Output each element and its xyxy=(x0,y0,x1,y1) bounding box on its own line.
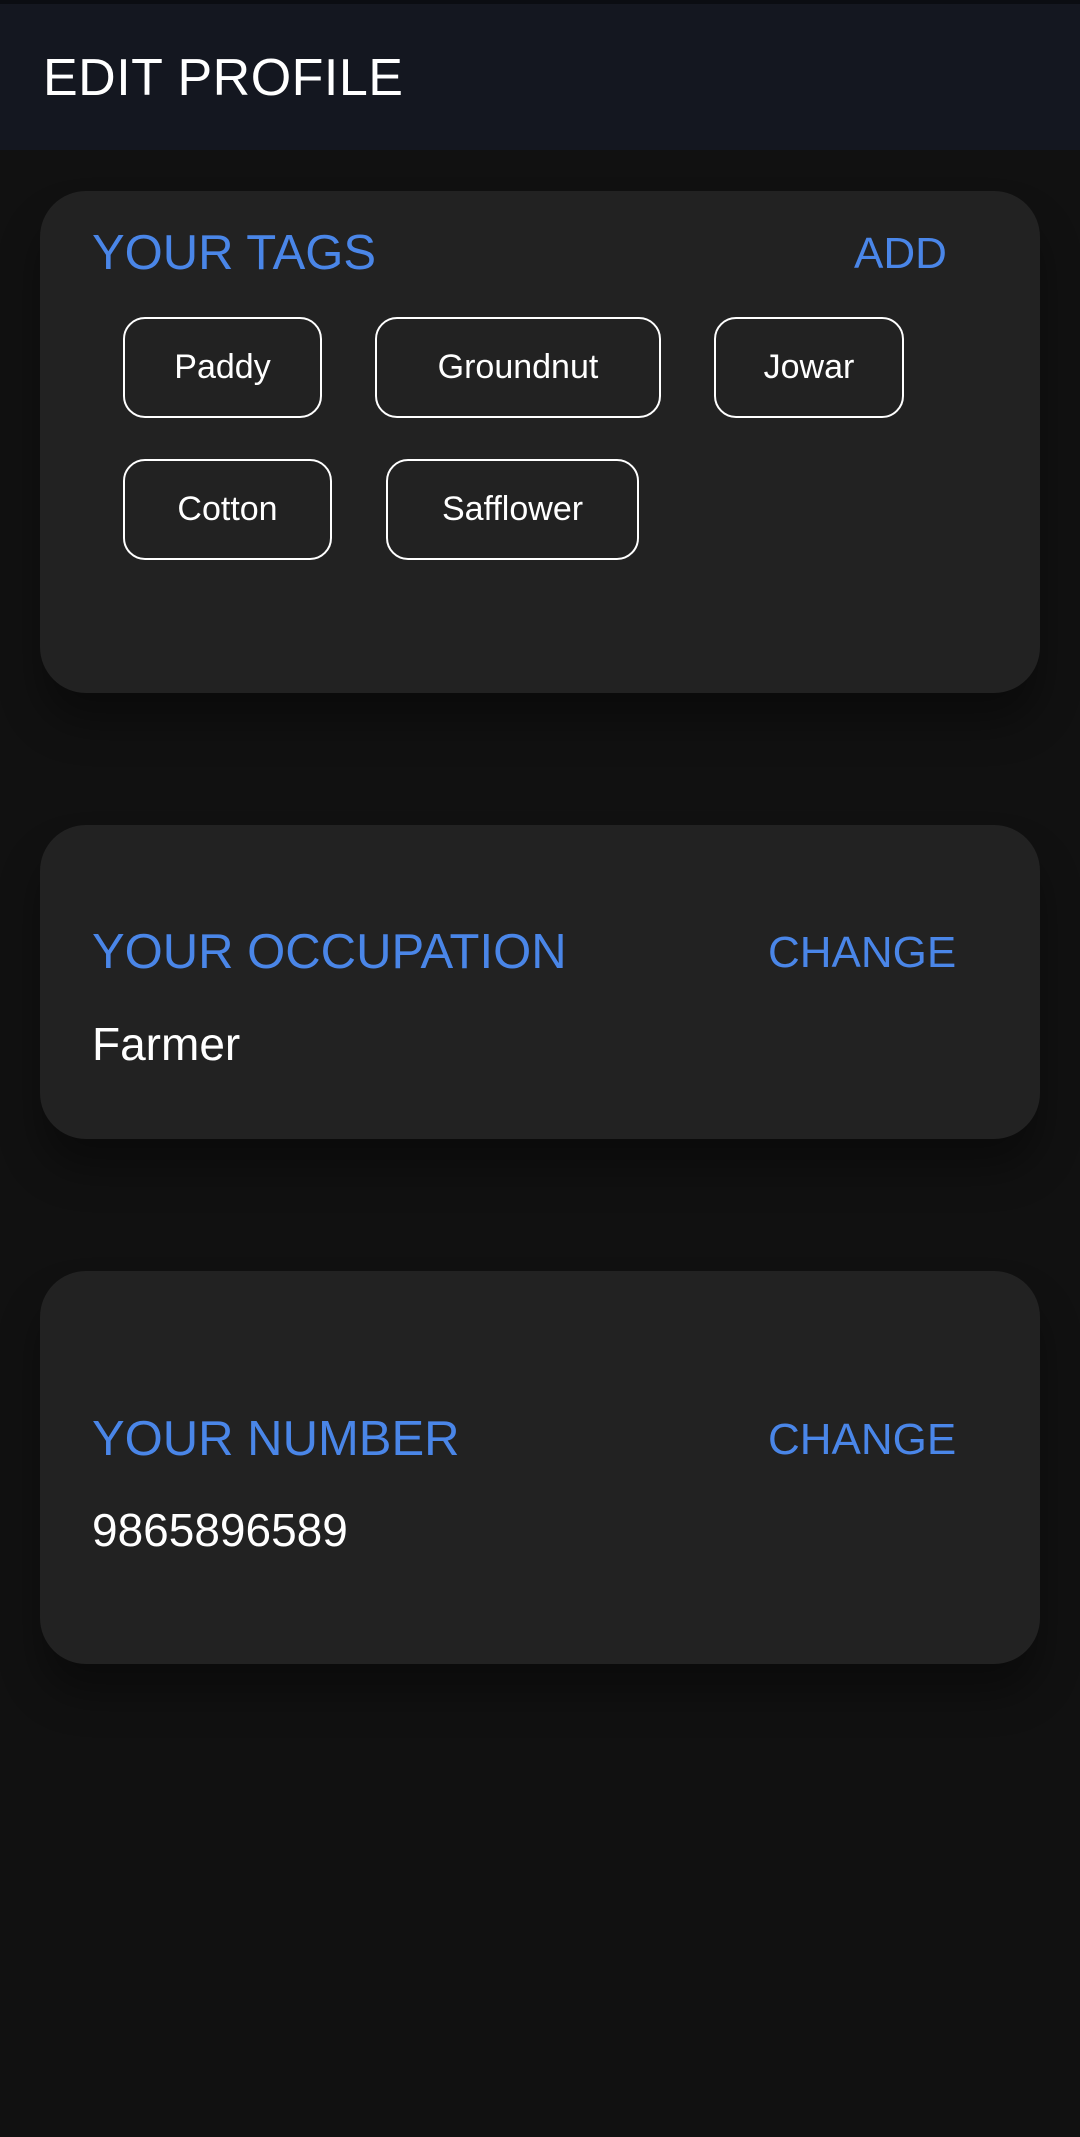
page-title: EDIT PROFILE xyxy=(43,49,404,107)
occupation-value: Farmer xyxy=(92,1018,241,1070)
occupation-title: YOUR OCCUPATION xyxy=(92,925,567,979)
tag-chip[interactable]: Paddy xyxy=(123,317,322,418)
app-header: EDIT PROFILE xyxy=(0,4,1080,150)
tag-chip[interactable]: Cotton xyxy=(123,459,332,560)
tags-card: YOUR TAGS ADD Paddy Groundnut Jowar Cott… xyxy=(40,191,1040,693)
tag-chip[interactable]: Groundnut xyxy=(375,317,661,418)
change-number-button[interactable]: CHANGE xyxy=(768,1415,956,1465)
number-card: YOUR NUMBER CHANGE 9865896589 xyxy=(40,1271,1040,1664)
change-occupation-button[interactable]: CHANGE xyxy=(768,928,956,978)
number-value: 9865896589 xyxy=(92,1504,348,1556)
occupation-card: YOUR OCCUPATION CHANGE Farmer xyxy=(40,825,1040,1139)
tags-title: YOUR TAGS xyxy=(92,226,377,280)
tag-chip[interactable]: Jowar xyxy=(714,317,904,418)
add-tag-button[interactable]: ADD xyxy=(854,229,947,279)
tag-chip[interactable]: Safflower xyxy=(386,459,639,560)
number-title: YOUR NUMBER xyxy=(92,1412,460,1466)
